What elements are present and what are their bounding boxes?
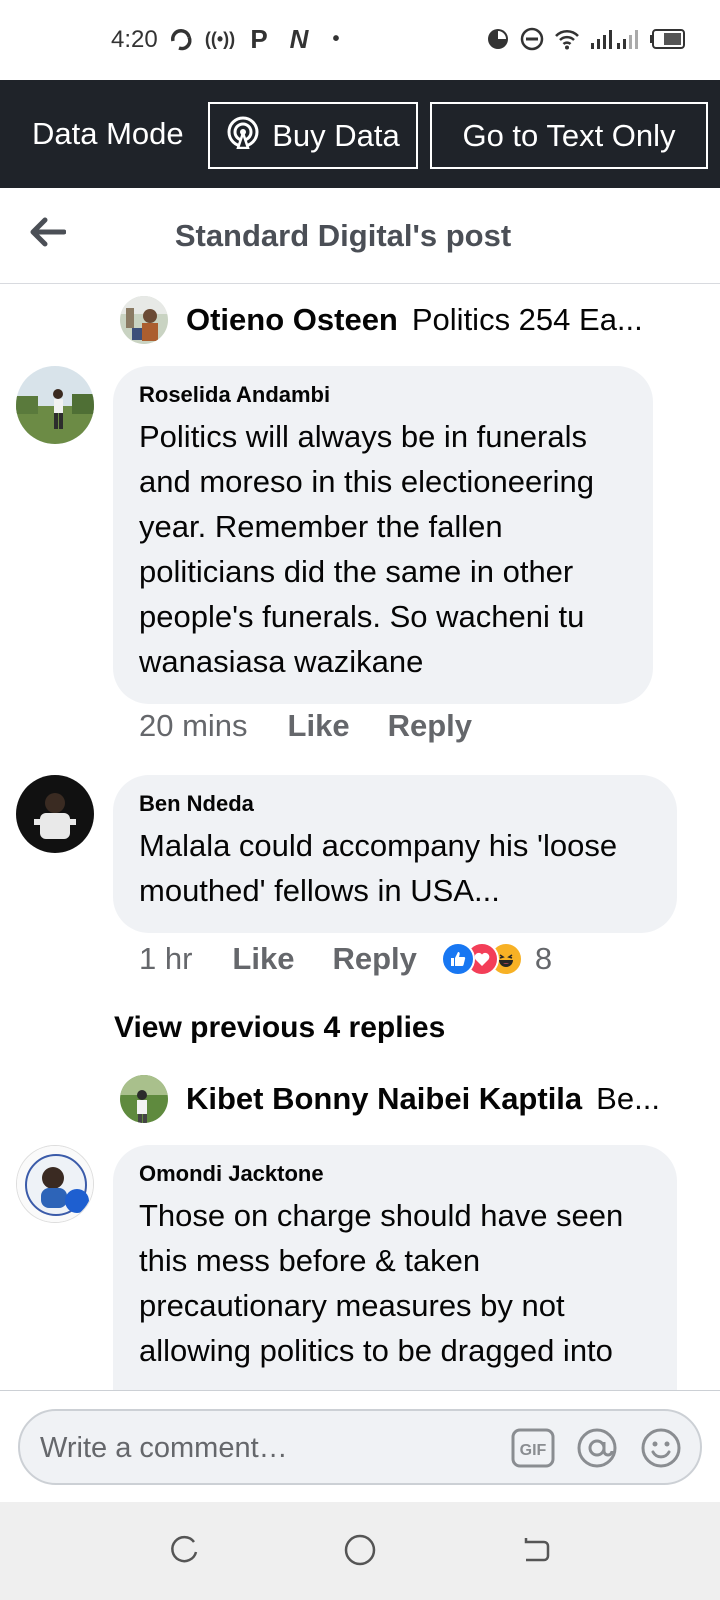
gif-icon[interactable]: GIF [510, 1425, 556, 1471]
buy-data-button[interactable]: Buy Data [208, 102, 418, 169]
avatar[interactable] [16, 775, 94, 853]
data-mode-label: Data Mode [32, 116, 184, 151]
text-only-label: Go to Text Only [462, 117, 676, 153]
reply-preview[interactable]: Otieno Osteen Politics 254 Ea... [120, 295, 680, 345]
back-icon[interactable] [516, 1530, 556, 1570]
comment-time[interactable]: 20 mins [139, 708, 248, 744]
reply-button[interactable]: Reply [388, 708, 472, 744]
reply-snippet: Politics 254 Ea... [411, 302, 643, 337]
home-icon[interactable] [340, 1530, 380, 1570]
comment-actions: 20 mins Like Reply [139, 708, 510, 744]
reply-button[interactable]: Reply [332, 941, 416, 977]
like-button[interactable]: Like [232, 941, 294, 977]
page-title: Standard Digital's post [174, 218, 512, 253]
comment-bubble[interactable]: Roselida Andambi Politics will always be… [113, 366, 653, 704]
dot-icon: • [332, 27, 340, 50]
sync-icon [168, 26, 194, 52]
view-previous-replies-link[interactable]: View previous 4 replies [114, 1011, 445, 1045]
reaction-count[interactable]: 8 [535, 941, 552, 977]
avatar [120, 1075, 168, 1123]
reply-author: Otieno Osteen [186, 302, 398, 337]
buy-data-label: Buy Data [272, 117, 400, 153]
n-icon: N [289, 23, 309, 54]
like-reaction-icon [440, 942, 475, 976]
p-icon: P [250, 23, 268, 54]
comment-bubble[interactable]: Omondi Jacktone Those on charge should h… [113, 1145, 677, 1390]
wifi-icon [553, 26, 581, 52]
battery-icon [648, 26, 688, 52]
comment-composer: GIF [0, 1390, 720, 1502]
comment-bubble[interactable]: Ben Ndeda Malala could accompany his 'lo… [113, 775, 677, 933]
do-not-disturb-icon [519, 26, 545, 52]
system-navigation-bar [0, 1502, 720, 1600]
comment-input[interactable] [40, 1425, 460, 1471]
status-bar: 4:20 ((•)) P N • [0, 0, 720, 80]
comment-time[interactable]: 1 hr [139, 941, 192, 977]
data-mode-bar: Data Mode Buy Data Go to Text Only [0, 80, 720, 188]
comment-actions: 1 hr Like Reply 8 [139, 941, 552, 977]
comment-input-box[interactable]: GIF [18, 1409, 702, 1485]
comment-text: Politics will always be in funerals and … [139, 419, 594, 679]
recent-apps-icon[interactable] [164, 1530, 204, 1570]
avatar[interactable] [16, 1145, 94, 1223]
alarm-icon [485, 26, 511, 52]
go-to-text-only-button[interactable]: Go to Text Only [430, 102, 708, 169]
hotspot-icon: ((•)) [204, 28, 236, 49]
signal-icon [588, 26, 616, 52]
svg-text:GIF: GIF [520, 1442, 547, 1459]
comment-thread: Otieno Osteen Politics 254 Ea... Roselid… [0, 285, 720, 1390]
reactions-summary[interactable] [440, 942, 523, 976]
avatar[interactable] [16, 366, 94, 444]
reply-author: Kibet Bonny Naibei Kaptila [186, 1081, 583, 1116]
comment-author[interactable]: Ben Ndeda [139, 791, 651, 817]
avatar [120, 296, 168, 344]
like-button[interactable]: Like [288, 708, 350, 744]
reply-snippet: Be... [596, 1081, 660, 1116]
comment-text: Those on charge should have seen this me… [139, 1198, 624, 1368]
mention-icon[interactable] [574, 1425, 620, 1471]
reply-preview[interactable]: Kibet Bonny Naibei Kaptila Be... [120, 1074, 680, 1124]
post-header: Standard Digital's post [0, 188, 720, 284]
broadcast-icon [226, 115, 260, 157]
emoji-icon[interactable] [638, 1425, 684, 1471]
comment-author[interactable]: Roselida Andambi [139, 382, 627, 408]
status-time: 4:20 [111, 26, 158, 53]
comment-author[interactable]: Omondi Jacktone [139, 1161, 651, 1187]
comment-text: Malala could accompany his 'loose mouthe… [139, 828, 618, 908]
signal-icon [614, 26, 642, 52]
